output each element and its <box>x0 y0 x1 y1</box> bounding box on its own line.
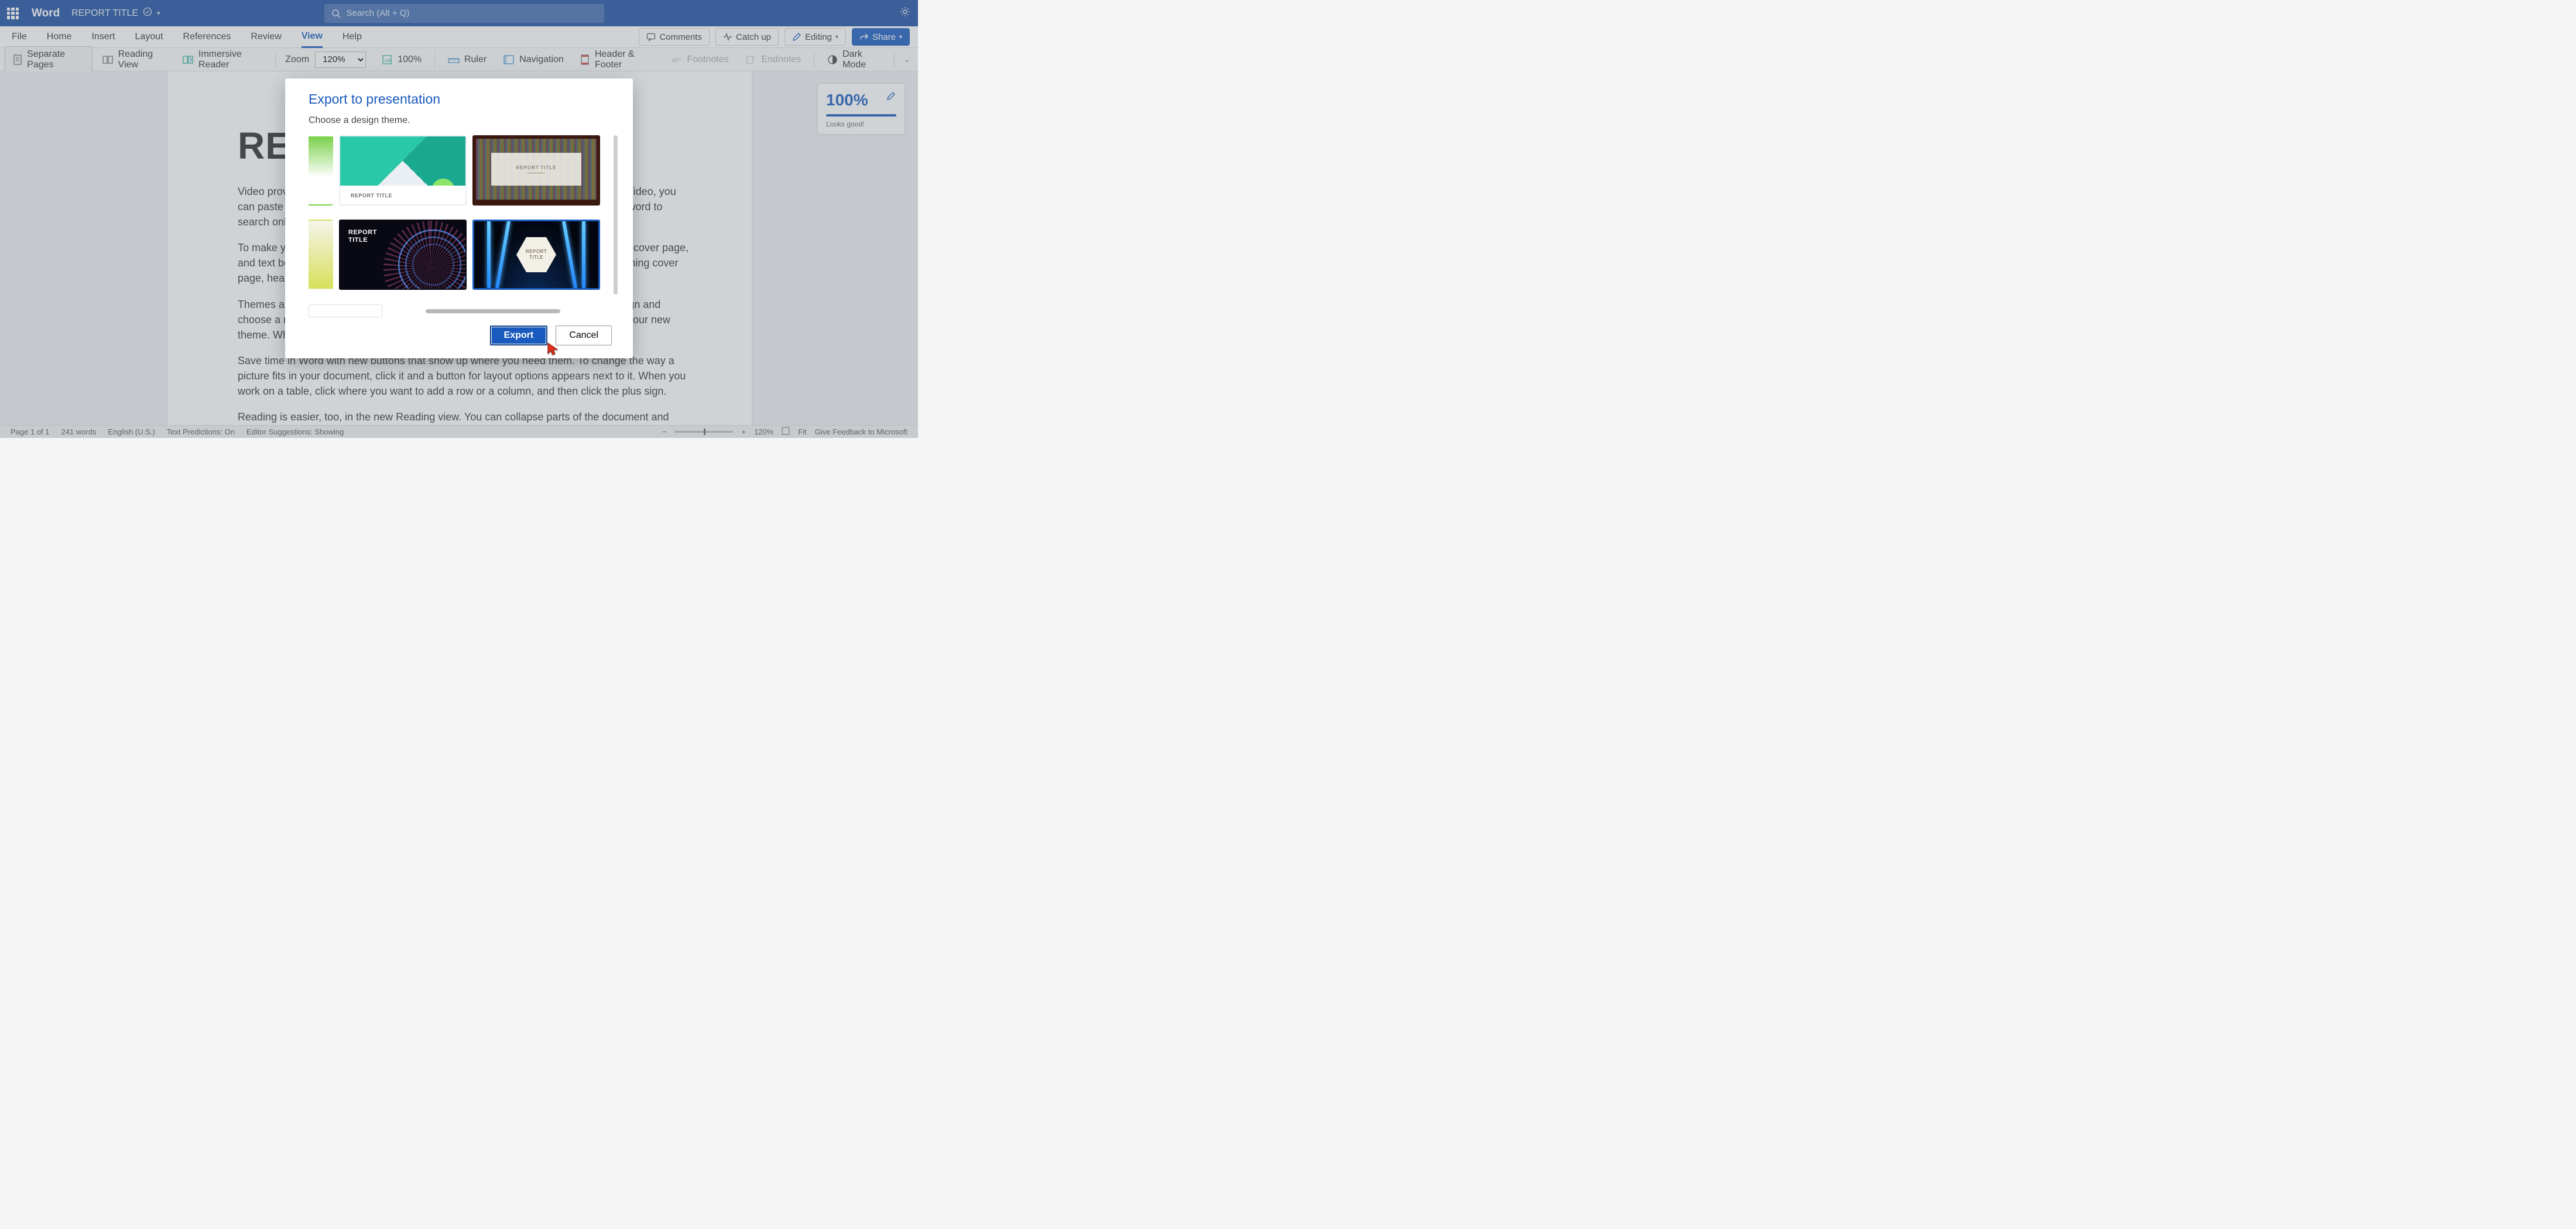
theme-option-4-selected[interactable]: REPORT TITLE <box>472 220 600 290</box>
theme-option-prev-top[interactable] <box>309 135 333 206</box>
export-button[interactable]: Export <box>490 326 548 345</box>
theme-option-3[interactable]: REPORT TITLE <box>339 220 467 290</box>
dialog-title: Export to presentation <box>309 91 613 107</box>
theme-option-2[interactable]: REPORT TITLE <box>472 135 600 206</box>
theme-grid: REPORT TITLE REPORT TITLE REPORT TITLE R… <box>309 135 613 318</box>
cancel-button[interactable]: Cancel <box>556 326 612 345</box>
theme-option-1[interactable]: REPORT TITLE <box>339 135 467 206</box>
theme-scrollbar[interactable] <box>614 135 618 295</box>
dialog-subtitle: Choose a design theme. <box>309 115 613 126</box>
theme-option-peek-row3[interactable] <box>309 304 382 317</box>
theme-option-prev-bottom[interactable] <box>309 220 333 290</box>
theme-horizontal-scrollbar[interactable] <box>309 304 600 318</box>
export-presentation-dialog: Export to presentation Choose a design t… <box>285 78 633 358</box>
